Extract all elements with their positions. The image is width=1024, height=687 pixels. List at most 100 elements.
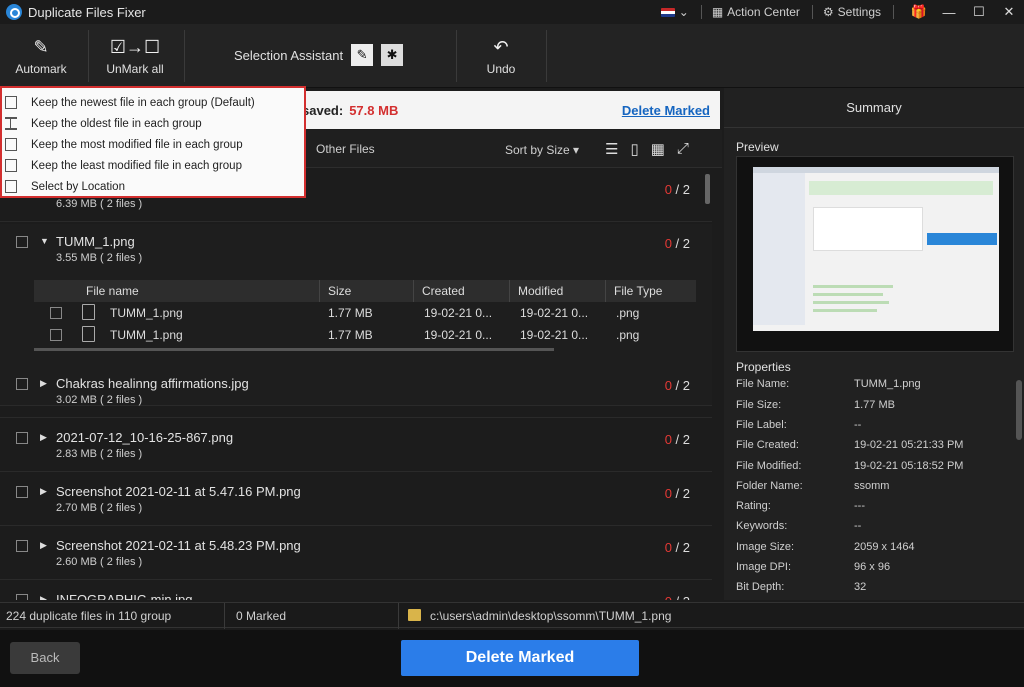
table-hscrollbar[interactable]	[34, 348, 554, 351]
divider	[398, 603, 399, 629]
preview-thumbnail	[753, 167, 999, 331]
group-checkbox[interactable]	[16, 432, 28, 444]
unmark-all-button[interactable]: ☑→☐ UnMark all	[100, 24, 170, 88]
table-row[interactable]: TUMM_1.png 1.77 MB 19-02-21 0... 19-02-2…	[34, 302, 696, 324]
maximize-button[interactable]: ☐	[964, 4, 994, 20]
grid-view-icon[interactable]: ▦	[651, 140, 665, 158]
cell-name: TUMM_1.png	[110, 306, 183, 320]
duplicate-count: 224 duplicate files in 110 group	[6, 609, 172, 623]
settings-button[interactable]: ⚙ Settings	[823, 5, 881, 19]
divider	[700, 5, 702, 19]
edit-document-icon	[5, 138, 17, 151]
saved-value: 57.8 MB	[349, 102, 399, 118]
list-scrollbar[interactable]	[705, 174, 710, 204]
saved-bar: saved: 57.8 MB Delete Marked	[300, 91, 720, 129]
properties-title: Properties	[736, 360, 791, 374]
magic-wand-icon: ✎	[33, 36, 49, 57]
folder-icon	[408, 609, 421, 621]
caret-right-icon[interactable]: ▶	[40, 594, 47, 600]
cell-type: .png	[616, 328, 640, 342]
cell-created: 19-02-21 0...	[424, 306, 493, 320]
menu-item-keep-oldest[interactable]: Keep the oldest file in each group	[2, 113, 302, 134]
menu-item-select-location[interactable]: Select by Location	[2, 176, 302, 197]
group-row[interactable]: ▶ INFOGRAPHIC-min.jpg 0 / 2	[0, 580, 712, 600]
folder-document-icon	[5, 180, 17, 193]
preview-image	[736, 156, 1014, 352]
row-checkbox[interactable]	[50, 329, 62, 341]
delete-marked-link[interactable]: Delete Marked	[622, 103, 710, 118]
image-file-icon	[82, 326, 95, 342]
table-row[interactable]: TUMM_1.png 1.77 MB 19-02-21 0... 19-02-2…	[34, 324, 696, 346]
caret-right-icon[interactable]: ▶	[40, 486, 47, 497]
settings-label: Settings	[837, 5, 881, 19]
col-file-name[interactable]: File name	[34, 280, 320, 302]
gift-icon[interactable]: 🎁	[904, 4, 934, 20]
group-row[interactable]: ▶ 2021-07-12_10-16-25-867.png 2.83 MB ( …	[0, 418, 712, 472]
group-name: Screenshot 2021-02-11 at 5.48.23 PM.png	[56, 538, 301, 553]
group-checkbox[interactable]	[16, 236, 28, 248]
marked-count: 0 Marked	[236, 609, 287, 623]
undo-button[interactable]: ↶ Undo	[466, 24, 536, 88]
summary-scrollbar[interactable]	[1016, 380, 1022, 440]
menu-item-label: Keep the least modified file in each gro…	[31, 159, 242, 172]
language-selector[interactable]: ⌄	[660, 5, 689, 19]
summary-panel: Summary Preview Properties File Name: TUM…	[724, 88, 1024, 600]
divider	[811, 5, 813, 19]
back-button[interactable]: Back	[10, 642, 80, 674]
close-button[interactable]: ✕	[994, 4, 1024, 20]
group-checkbox[interactable]	[16, 378, 28, 390]
group-row[interactable]: ▶ Screenshot 2021-02-11 at 5.47.16 PM.pn…	[0, 472, 712, 526]
action-center-label: Action Center	[727, 5, 800, 19]
wand-assist-icon[interactable]: ✎	[351, 44, 374, 66]
expand-icon[interactable]: ⤢	[677, 140, 689, 158]
group-count: 0 / 2	[664, 236, 690, 251]
menu-item-most-modified[interactable]: Keep the most modified file in each grou…	[2, 134, 302, 155]
group-count: 0 / 2	[664, 378, 690, 393]
menu-item-keep-newest[interactable]: Keep the newest file in each group (Defa…	[2, 92, 302, 113]
caret-right-icon[interactable]: ▶	[40, 432, 47, 443]
group-checkbox[interactable]	[16, 486, 28, 498]
us-flag-icon	[660, 7, 675, 17]
group-name: TUMM_1.png	[56, 234, 135, 249]
group-name: INFOGRAPHIC-min.jpg	[56, 592, 193, 600]
group-row[interactable]: ▶ Screenshot 2021-02-11 at 5.48.23 PM.pn…	[0, 526, 712, 580]
delete-marked-button[interactable]: Delete Marked	[401, 640, 639, 676]
group-name: Chakras healinng affirmations.jpg	[56, 376, 249, 391]
col-file-type[interactable]: File Type	[606, 280, 696, 302]
group-checkbox[interactable]	[16, 540, 28, 552]
undo-label: Undo	[486, 61, 516, 76]
menu-item-least-modified[interactable]: Keep the least modified file in each gro…	[2, 155, 302, 176]
list-view-icon[interactable]: ☰	[605, 140, 618, 158]
selection-assistant-label: Selection Assistant	[234, 47, 344, 63]
caret-right-icon[interactable]: ▶	[40, 540, 47, 551]
cell-size: 1.77 MB	[328, 306, 373, 320]
group-count: 0 / 2	[664, 486, 690, 501]
action-center-button[interactable]: ▦ Action Center	[712, 5, 800, 19]
col-modified[interactable]: Modified	[510, 280, 606, 302]
chevron-down-icon: ⌄	[678, 5, 689, 19]
col-size[interactable]: Size	[320, 280, 414, 302]
file-path: c:\users\admin\desktop\ssomm\TUMM_1.png	[430, 609, 672, 623]
col-created[interactable]: Created	[414, 280, 510, 302]
group-count: 0 / 2	[664, 182, 690, 197]
cell-modified: 19-02-21 0...	[520, 306, 589, 320]
divider	[224, 603, 225, 629]
group-checkbox[interactable]	[16, 594, 28, 600]
image-file-icon	[82, 304, 95, 320]
sort-dropdown[interactable]: Sort by Size ▾	[505, 143, 579, 157]
menu-item-label: Keep the oldest file in each group	[31, 117, 202, 130]
group-row[interactable]: ▶ Chakras healinng affirmations.jpg 3.02…	[0, 364, 712, 418]
caret-right-icon[interactable]: ▶	[40, 378, 47, 389]
cell-name: TUMM_1.png	[110, 328, 183, 342]
detail-view-icon[interactable]: ▯	[630, 140, 638, 158]
caret-down-icon[interactable]: ▼	[40, 236, 49, 246]
group-size: 6.39 MB ( 2 files )	[56, 198, 143, 210]
app-title: Duplicate Files Fixer	[28, 4, 146, 20]
automark-button[interactable]: ✎ Automark	[8, 24, 74, 88]
minimize-button[interactable]: —	[934, 5, 964, 20]
row-checkbox[interactable]	[50, 307, 62, 319]
settings-assist-icon[interactable]: ✱	[381, 44, 404, 66]
selection-assistant: Selection Assistant ✎ ✱	[234, 44, 404, 66]
tab-other-files[interactable]: Other Files	[316, 142, 375, 156]
title-bar: Duplicate Files Fixer ⌄ ▦ Action Center …	[0, 0, 1024, 24]
